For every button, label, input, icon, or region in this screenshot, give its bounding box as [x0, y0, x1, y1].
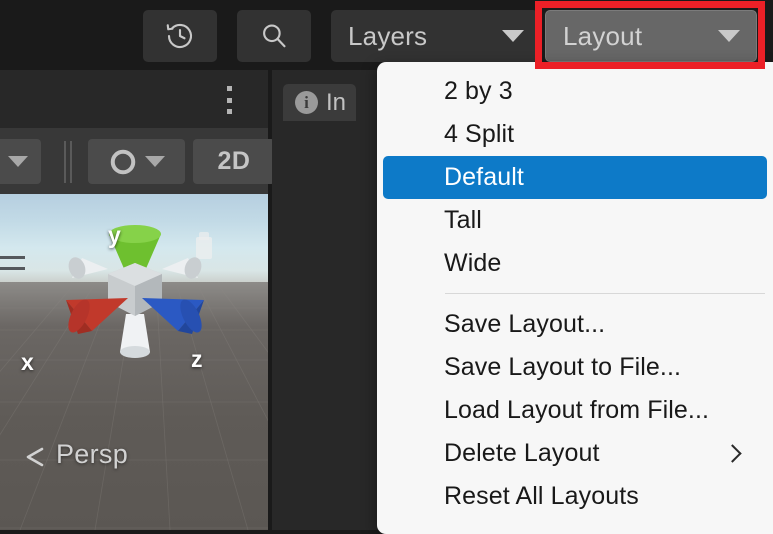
kebab-menu-icon[interactable]	[217, 84, 241, 116]
chevron-down-icon	[502, 30, 524, 42]
scene-shading-dropdown[interactable]	[88, 139, 185, 184]
kebab-dot	[226, 109, 232, 114]
menu-item-label: Load Layout from File...	[444, 396, 710, 424]
chevron-down-icon	[718, 30, 740, 42]
menu-item-label: 2 by 3	[444, 77, 513, 105]
chevron-down-icon	[8, 156, 28, 167]
chevron-down-icon	[145, 156, 165, 167]
axis-label-x: x	[21, 349, 34, 375]
menu-item[interactable]: Save Layout to File...	[383, 346, 767, 389]
toolbar-divider-icon	[62, 141, 74, 183]
menu-item[interactable]: Load Layout from File...	[383, 389, 767, 432]
menu-item[interactable]: Default	[383, 156, 767, 199]
scene-panel: 2D y x z Persp	[0, 70, 275, 530]
scene-2d-toggle-button[interactable]: 2D	[193, 139, 275, 184]
menu-item[interactable]: Delete Layout	[383, 432, 767, 475]
menu-item-label: Delete Layout	[444, 439, 600, 467]
kebab-dot	[226, 97, 232, 103]
scene-view-toolbar: 2D	[0, 128, 275, 194]
projection-mode-label[interactable]: Persp	[56, 439, 128, 470]
history-button[interactable]	[143, 10, 217, 62]
axis-gizmo-icon[interactable]	[30, 206, 240, 406]
menu-item-label: Reset All Layouts	[444, 482, 639, 510]
menu-item-label: Save Layout...	[444, 310, 606, 338]
menu-separator	[445, 293, 765, 294]
shading-mode-icon	[108, 147, 138, 177]
top-toolbar: Layers Layout	[0, 0, 773, 70]
layout-dropdown-button[interactable]: Layout	[545, 10, 757, 62]
menu-item[interactable]: Wide	[383, 242, 767, 285]
menu-item-label: Tall	[444, 206, 482, 234]
menu-item[interactable]: Reset All Layouts	[383, 475, 767, 518]
menu-item-label: 4 Split	[444, 120, 515, 148]
axis-label-y: y	[108, 222, 121, 248]
menu-item[interactable]: 2 by 3	[383, 70, 767, 113]
scene-viewport[interactable]: y x z Persp	[0, 194, 268, 530]
layers-dropdown-button[interactable]: Layers	[331, 10, 538, 62]
scene-draw-mode-dropdown[interactable]	[0, 139, 41, 184]
layers-label: Layers	[348, 21, 428, 51]
layout-dropdown-menu: 2 by 3 4 Split Default Tall Wide Save Layout.…	[377, 62, 773, 534]
two-d-label: 2D	[217, 147, 251, 175]
menu-item[interactable]: 4 Split	[383, 113, 767, 156]
axis-label-z: z	[191, 346, 203, 372]
info-circle-icon: i	[295, 91, 318, 114]
menu-item-label: Save Layout to File...	[444, 353, 682, 381]
menu-item-label: Default	[444, 163, 524, 191]
chevron-right-icon	[723, 444, 742, 463]
chevron-left-icon[interactable]	[22, 445, 50, 469]
menu-item[interactable]: Save Layout...	[383, 303, 767, 346]
search-magnifier-icon	[259, 21, 289, 51]
tab-inspector-label: In	[326, 88, 347, 116]
history-clock-icon	[165, 21, 195, 51]
scene-tab-bar	[0, 70, 268, 128]
kebab-dot	[226, 86, 232, 91]
menu-item[interactable]: Tall	[383, 199, 767, 242]
horizon-marker-icon	[0, 256, 25, 274]
menu-item-label: Wide	[444, 249, 502, 277]
tab-inspector[interactable]: i In	[283, 84, 357, 121]
layout-label: Layout	[563, 21, 643, 51]
search-button[interactable]	[237, 10, 311, 62]
